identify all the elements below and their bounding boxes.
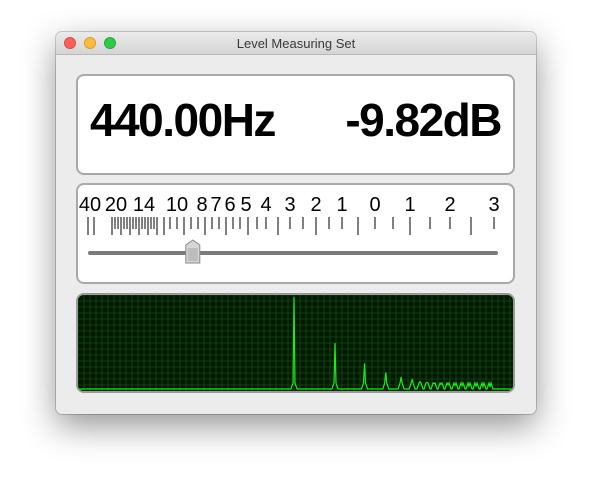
readout-panel: 440.00Hz -9.82dB [76,74,515,175]
meter-scale-label: 10 [166,194,188,216]
slider-track[interactable] [88,251,498,255]
frequency-readout: 440.00Hz [90,94,276,146]
spectrum-graph [78,295,513,391]
meter-scale-label: 40 [79,194,101,216]
meter-scale-label: 14 [133,194,155,216]
app-window: Level Measuring Set 440.00Hz -9.82dB 40 2… [56,32,536,414]
meter-scale-label: 1 [404,194,415,216]
window-title: Level Measuring Set [236,36,356,51]
spectrum-display [76,293,515,393]
meter-scale-label: 0 [369,194,380,216]
level-readout: -9.82dB [345,94,502,146]
title-bar: Level Measuring Set [56,32,536,55]
level-meter-panel: 40 20 14 10 8 7 6 5 4 3 2 1 0 1 2 3 [76,183,515,284]
meter-scale-label: 3 [488,194,499,216]
meter-scale-label: 7 [210,194,221,216]
meter-scale-label: 2 [444,194,455,216]
level-meter-scale: 40 20 14 10 8 7 6 5 4 3 2 1 0 1 2 3 [79,194,500,264]
meter-scale-label: 1 [336,194,347,216]
meter-scale-label: 4 [260,194,271,216]
meter-scale-label: 5 [240,194,251,216]
meter-scale-label: 2 [310,194,321,216]
level-slider-thumb[interactable] [185,239,201,264]
meter-scale-label: 6 [224,194,235,216]
meter-scale-label: 8 [196,194,207,216]
meter-scale-label: 3 [284,194,295,216]
meter-scale-label: 20 [105,194,127,216]
